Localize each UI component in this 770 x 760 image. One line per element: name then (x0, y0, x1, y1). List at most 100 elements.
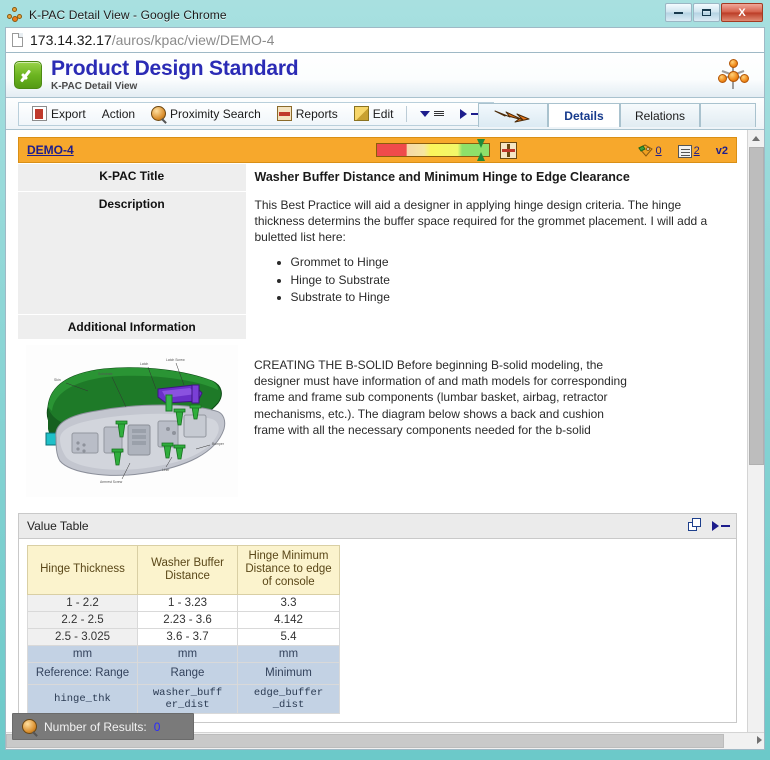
value-table-panel: Value Table Hinge Thickness Washer Buffe… (18, 513, 737, 723)
dash-icon (721, 524, 730, 527)
page-subtitle: K-PAC Detail View (51, 81, 138, 93)
value-table-tools (688, 518, 730, 533)
scroll-right-button[interactable] (757, 736, 762, 744)
vertical-scrollbar[interactable] (747, 130, 764, 749)
svg-text:Substrate: Substrate (98, 372, 113, 376)
tab-relations[interactable]: Relations (619, 103, 700, 127)
toolbar-overflow-button[interactable] (413, 104, 451, 124)
table-row: 2.2 - 2.5 2.23 - 3.6 4.142 (27, 610, 340, 629)
scroll-up-button[interactable] (748, 130, 764, 147)
kind-cell: Minimum (237, 661, 340, 685)
status-toast-label: Number of Results: (44, 719, 147, 734)
main-toolbar: Export Action Proximity Search Reports E… (6, 98, 764, 130)
table-header-row: Hinge Thickness Washer Buffer Distance H… (27, 545, 340, 595)
green-check-icon (14, 61, 42, 89)
status-toast-count: 0 (153, 719, 161, 734)
list-lines-icon (434, 111, 445, 116)
address-bar[interactable]: 173.14.32.17/auros/kpac/view/DEMO-4 (5, 27, 765, 53)
value-table-expand-button[interactable] (712, 520, 730, 531)
additional-text: CREATING THE B-SOLID Before beginning B-… (254, 358, 627, 437)
unit-cell: mm (237, 644, 340, 663)
document-icon (12, 33, 23, 47)
magnifier-icon (22, 719, 37, 734)
cell: 3.3 (237, 593, 340, 612)
window-titlebar: K-PAC Detail View - Google Chrome X (5, 3, 765, 26)
tab-icon[interactable] (477, 103, 548, 127)
tab-strip: Details Relations (477, 101, 756, 127)
cell: 4.142 (237, 610, 340, 629)
record-meta: 0 2 v2 (637, 138, 728, 164)
value-data-table: Hinge Thickness Washer Buffer Distance H… (27, 545, 340, 714)
pencil-icon (353, 106, 369, 121)
detail-content: DEMO-4 0 2 v2 K-PAC Title Washer Buffer … (6, 130, 747, 749)
maximize-button[interactable] (693, 3, 720, 22)
field-label-additional-information: Additional Information (18, 314, 247, 340)
toolbar-reports-button[interactable]: Reports (270, 104, 345, 124)
field-label-description: Description (18, 191, 247, 316)
toolbar-proximity-search-label: Proximity Search (170, 106, 261, 121)
pdf-export-icon (32, 106, 47, 121)
tag-count: 0 (655, 145, 662, 157)
kind-cell: Range (137, 661, 238, 685)
toolbar-action-label: Action (101, 106, 136, 121)
auros-molecule-icon (7, 6, 23, 23)
scrollbar-thumb[interactable] (749, 147, 764, 465)
list-item: Grommet to Hinge (291, 254, 730, 270)
url-path: /auros/kpac/view/DEMO-4 (111, 32, 275, 48)
list-item: Substrate to Hinge (291, 289, 730, 305)
chart-icon-button[interactable] (500, 142, 517, 159)
note-count-item[interactable]: 2 (677, 144, 700, 158)
toolbar-edit-button[interactable]: Edit (347, 104, 401, 124)
table-units-row: mm mm mm (27, 644, 340, 663)
status-toast: Number of Results: 0 (12, 713, 194, 740)
chrome-window: K-PAC Detail View - Google Chrome X 173.… (0, 0, 770, 760)
tag-count-item[interactable]: 0 (637, 144, 662, 158)
minimize-button[interactable] (665, 3, 692, 22)
popout-icon[interactable] (688, 518, 703, 533)
table-kind-row: Reference: Range Range Minimum (27, 661, 340, 685)
col-hinge-thickness: Hinge Thickness (27, 545, 138, 595)
maturity-gauge (376, 143, 490, 157)
record-id-link[interactable]: DEMO-4 (27, 143, 74, 157)
toolbar-edit-label: Edit (372, 106, 394, 121)
lightning-arrow-icon (493, 108, 533, 124)
detail-field-table: K-PAC Title Washer Buffer Distance and M… (18, 164, 737, 503)
toolbar-export-button[interactable]: Export (25, 104, 93, 124)
comment-icon (677, 144, 692, 158)
magnifier-icon (151, 106, 167, 121)
svg-text:Armrest Screw: Armrest Screw (100, 480, 123, 484)
version-label: v2 (715, 145, 728, 157)
cell: 2.23 - 3.6 (137, 610, 238, 629)
app-header: Product Design Standard K-PAC Detail Vie… (6, 53, 764, 98)
key-cell: hinge_thk (27, 683, 138, 714)
window-title: K-PAC Detail View - Google Chrome (29, 7, 227, 22)
content-scroll-area: DEMO-4 0 2 v2 K-PAC Title Washer Buffer … (6, 130, 764, 749)
table-row: Skin Substrate Latch Latch Screw Bumper … (18, 339, 737, 503)
value-table-heading: Value Table (27, 519, 89, 533)
cell: 3.6 - 3.7 (137, 627, 238, 646)
key-cell: edge_buffer _dist (237, 683, 340, 714)
svg-text:Bumper: Bumper (212, 442, 225, 446)
play-dash-icon (460, 108, 468, 119)
field-label-kpac-title: K-PAC Title (18, 164, 247, 192)
cell: 5.4 (237, 627, 340, 646)
value-table-header: Value Table (19, 514, 736, 539)
toolbar-action-button[interactable]: Action (95, 104, 142, 124)
table-row: Description This Best Practice will aid … (18, 191, 737, 316)
chevron-up-icon (752, 136, 760, 141)
tab-details[interactable]: Details (547, 103, 620, 127)
description-paragraph: This Best Practice will aid a designer i… (254, 197, 708, 245)
kind-cell: Reference: Range (27, 661, 138, 685)
col-washer-buffer-distance: Washer Buffer Distance (137, 545, 238, 595)
page-viewport: Product Design Standard K-PAC Detail Vie… (5, 53, 765, 750)
dropdown-list-icon (420, 110, 431, 117)
toolbar-proximity-search-button[interactable]: Proximity Search (144, 104, 268, 124)
tag-icon (637, 144, 654, 158)
additional-text-cell: CREATING THE B-SOLID Before beginning B-… (246, 339, 737, 503)
table-row: 2.5 - 3.025 3.6 - 3.7 5.4 (27, 627, 340, 646)
toolbar-reports-label: Reports (295, 106, 338, 121)
description-bullet-list: Grommet to Hinge Hinge to Substrate Subs… (255, 254, 730, 305)
svg-text:Latch Screw: Latch Screw (166, 358, 185, 362)
close-button[interactable]: X (721, 3, 763, 22)
list-item: Hinge to Substrate (291, 272, 730, 288)
